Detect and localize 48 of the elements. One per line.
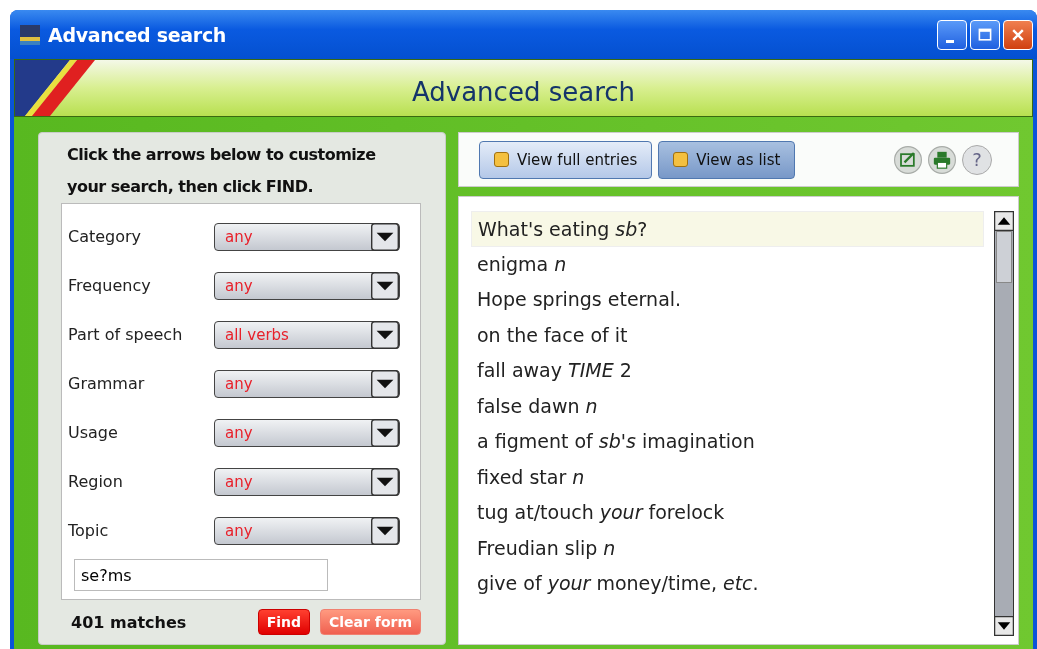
filter-label: Category	[68, 227, 143, 246]
square-icon	[494, 152, 509, 167]
caret-icon[interactable]	[371, 320, 399, 349]
match-count: 401 matches	[71, 612, 187, 632]
view-button[interactable]: View as list	[658, 140, 796, 179]
result-item[interactable]: on the face of it	[471, 317, 984, 353]
print-icon[interactable]	[928, 145, 956, 174]
minimize-button[interactable]	[937, 19, 967, 50]
app-icon	[20, 24, 40, 45]
filter-label: Grammar	[68, 374, 146, 393]
scroll-up-icon[interactable]	[994, 211, 1014, 231]
caret-icon[interactable]	[371, 271, 399, 300]
view-button[interactable]: View full entries	[479, 140, 653, 179]
help-button[interactable]: ?	[962, 144, 992, 175]
scroll-down-icon[interactable]	[994, 616, 1014, 636]
caret-icon[interactable]	[371, 516, 399, 545]
maximize-icon	[977, 26, 993, 43]
window-title: Advanced search	[48, 23, 227, 46]
result-item[interactable]: false dawn n	[471, 388, 984, 424]
filter-label: Usage	[68, 423, 119, 442]
result-item[interactable]: Hope springs eternal.	[471, 282, 984, 318]
result-item[interactable]: fall away TIME 2	[471, 353, 984, 389]
filter-label: Frequency	[68, 276, 152, 295]
filter-label: Topic	[68, 521, 110, 540]
result-item[interactable]: give of your money/time, etc.	[471, 566, 984, 602]
find-button[interactable]: Find	[257, 609, 310, 635]
filter-label: Part of speech	[68, 325, 184, 344]
search-field[interactable]: se?ms	[74, 559, 328, 591]
minimize-icon	[946, 39, 954, 43]
caret-icon[interactable]	[371, 369, 399, 398]
result-item[interactable]: a figment of sb's imagination	[471, 424, 984, 460]
caret-icon[interactable]	[371, 222, 399, 251]
banner-title: Advanced search	[410, 76, 637, 107]
scroll-thumb[interactable]	[996, 231, 1012, 283]
result-item[interactable]: Freudian slip n	[471, 530, 984, 566]
result-item[interactable]: enigma n	[471, 246, 984, 282]
filter-label: Region	[68, 472, 124, 491]
edit-icon[interactable]	[894, 145, 922, 174]
result-item[interactable]: What's eating sb?	[471, 211, 984, 247]
maximize-button[interactable]	[970, 19, 1000, 50]
caret-icon[interactable]	[371, 418, 399, 447]
caret-icon[interactable]	[371, 467, 399, 496]
result-item[interactable]: tug at/touch your forelock	[471, 495, 984, 531]
result-item[interactable]: fixed star n	[471, 459, 984, 495]
close-button[interactable]	[1003, 19, 1033, 50]
square-icon	[673, 152, 689, 167]
scrollbar[interactable]	[994, 211, 1014, 636]
instructions: Click the arrows below to customize your search, then click FIND.	[66, 144, 377, 198]
